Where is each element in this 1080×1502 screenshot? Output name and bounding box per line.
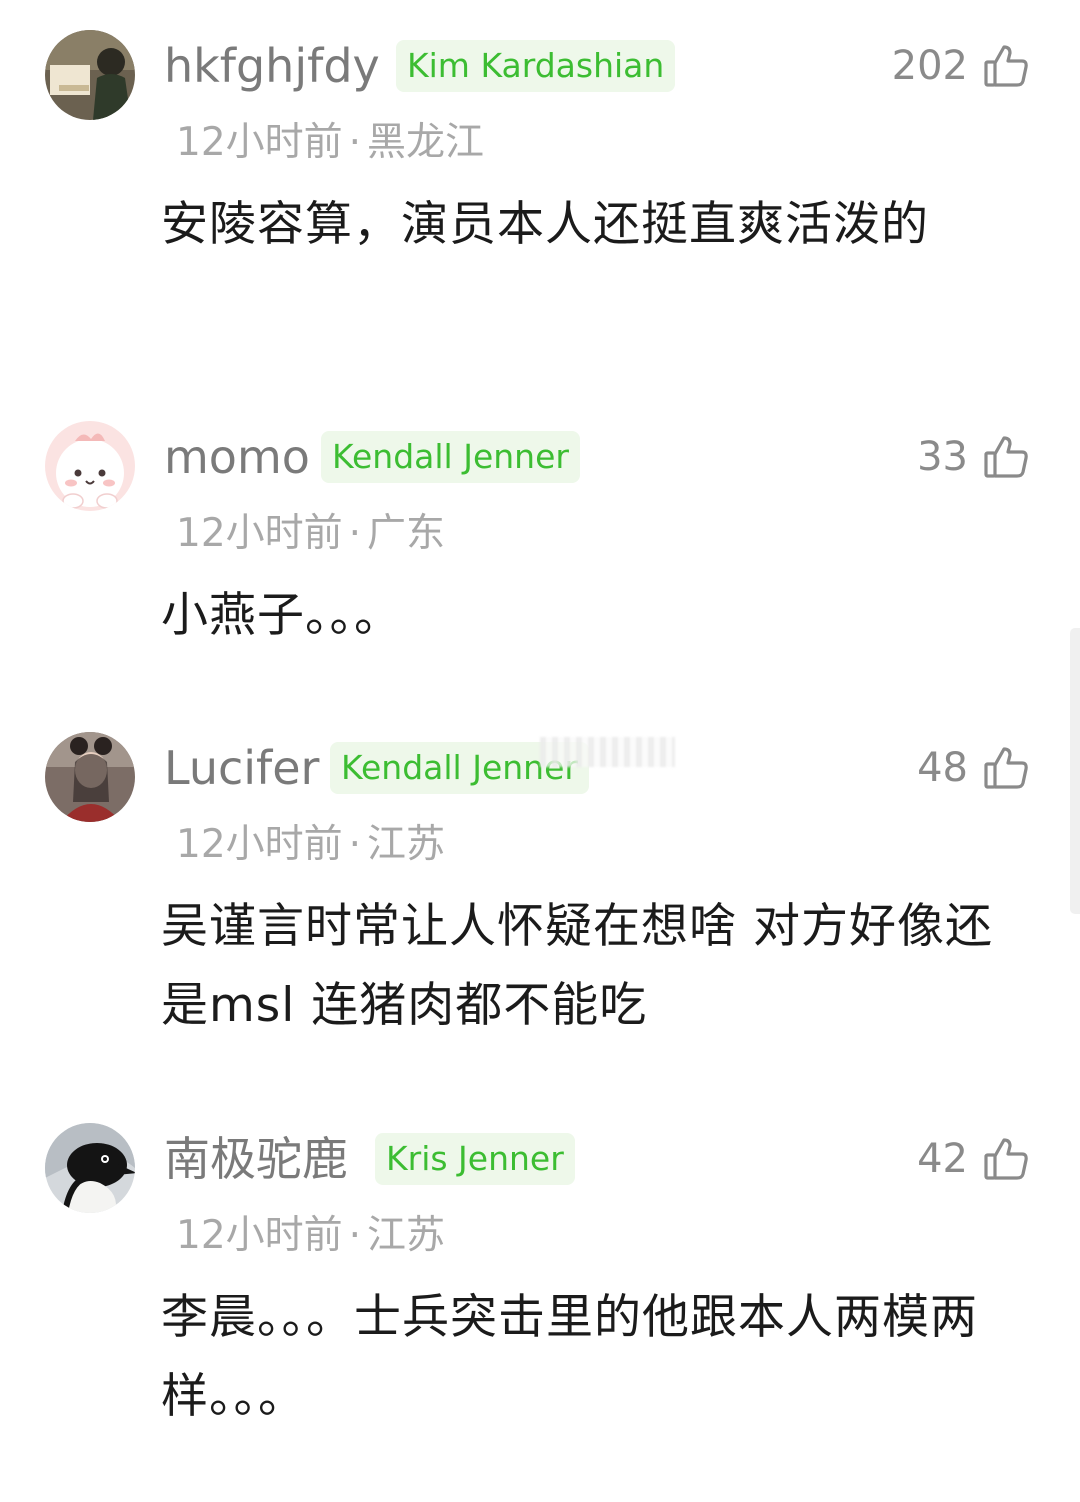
comment-meta: 12小时前 · 江苏 <box>176 1209 445 1263</box>
blurred-overlay <box>540 737 675 767</box>
thumbs-up-icon <box>984 45 1028 87</box>
comment-meta: 12小时前 · 黑龙江 <box>176 116 484 170</box>
comment-location: 广东 <box>367 511 446 556</box>
avatar-image <box>45 421 135 511</box>
comment-text: 安陵容算，演员本人还挺直爽活泼的 <box>161 197 929 252</box>
like-button[interactable]: 202 <box>892 38 1030 94</box>
comment-location: 江苏 <box>367 1213 446 1258</box>
avatar[interactable] <box>45 421 135 511</box>
comment-meta: 12小时前 · 江苏 <box>176 818 445 872</box>
comment-time: 12小时前 <box>176 822 343 867</box>
username[interactable]: momo <box>164 427 310 487</box>
like-count: 202 <box>891 43 968 89</box>
like-count: 42 <box>917 1136 968 1182</box>
avatar[interactable] <box>45 1123 135 1213</box>
like-count: 33 <box>917 434 968 480</box>
comment-time: 12小时前 <box>176 120 343 165</box>
username[interactable]: Lucifer <box>164 738 319 798</box>
thumbs-up-icon <box>984 1138 1028 1180</box>
username[interactable]: 南极驼鹿 <box>164 1129 348 1189</box>
avatar-image <box>45 732 135 822</box>
avatar[interactable] <box>45 732 135 822</box>
like-button[interactable]: 33 <box>917 429 1030 485</box>
meta-separator: · <box>348 511 362 556</box>
avatar-image <box>45 1123 135 1213</box>
comment-location: 江苏 <box>367 822 446 867</box>
like-count: 48 <box>917 745 968 791</box>
scrollbar[interactable] <box>1070 628 1080 914</box>
meta-separator: · <box>348 1213 362 1258</box>
meta-separator: · <box>348 822 362 867</box>
comment-location: 黑龙江 <box>367 120 485 165</box>
user-badge: Kris Jenner <box>375 1133 575 1185</box>
avatar-image <box>45 30 135 120</box>
comment-text: 小燕子。。。 <box>161 588 402 643</box>
comment-text: 李晨。。。士兵突击里的他跟本人两模两样。。。 <box>161 1290 978 1424</box>
meta-separator: · <box>348 120 362 165</box>
user-badge: Kim Kardashian <box>396 40 676 92</box>
comment-time: 12小时前 <box>176 511 343 556</box>
like-button[interactable]: 48 <box>917 740 1030 796</box>
user-badge: Kendall Jenner <box>321 431 580 483</box>
thumbs-up-icon <box>984 747 1028 789</box>
username[interactable]: hkfghjfdy <box>164 36 380 96</box>
thumbs-up-icon <box>984 436 1028 478</box>
comment-time: 12小时前 <box>176 1213 343 1258</box>
avatar[interactable] <box>45 30 135 120</box>
comment-meta: 12小时前 · 广东 <box>176 507 445 561</box>
like-button[interactable]: 42 <box>917 1131 1030 1187</box>
comment-text: 吴谨言时常让人怀疑在想啥 对方好像还是msl 连猪肉都不能吃 <box>161 899 993 1033</box>
